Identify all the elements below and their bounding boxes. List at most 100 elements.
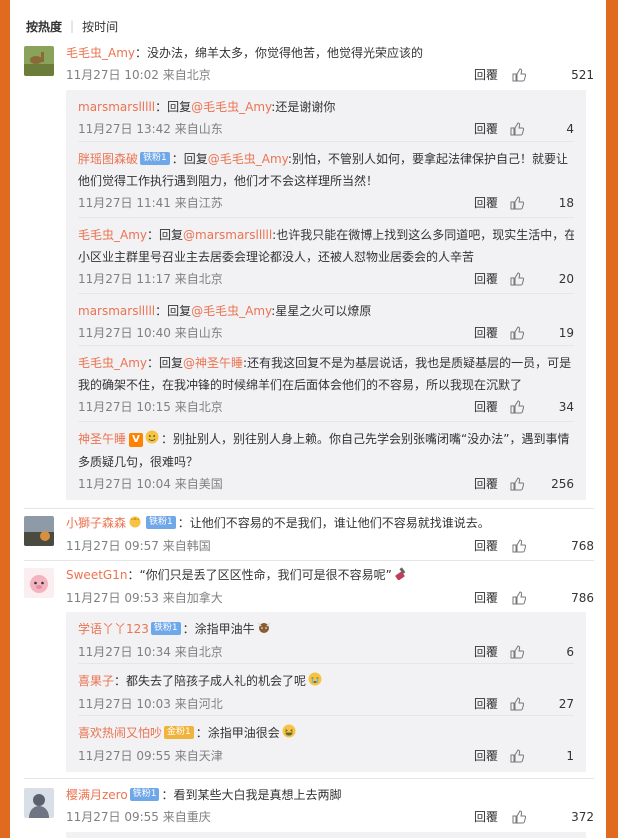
reply-text: :别怕，不管别人如何，要拿起法律保护自己！就要让 [287, 152, 568, 166]
username[interactable]: 喜果子 [78, 674, 114, 688]
username[interactable]: 樱满月zero [66, 788, 128, 802]
like-count: 18 [558, 196, 574, 210]
separator: ： [161, 788, 174, 802]
sort-by-time[interactable]: 按时间 [82, 18, 118, 35]
reply-text: :还有我这回复不是为基层说话，我也是质疑基层的一员，可是 [243, 356, 572, 370]
timestamp: 11月27日 11:17 [78, 272, 171, 286]
comment-text: 没办法，绵羊太多，你觉得他苦，他觉得光荣应该的 [147, 46, 424, 60]
mention[interactable]: @神圣午睡 [183, 356, 243, 370]
username[interactable]: marsmarslllll [78, 304, 155, 318]
reply-button[interactable]: 回覆 [474, 535, 498, 557]
timestamp: 11月27日 10:34 [78, 644, 171, 659]
username[interactable]: 学语丫丫123 [78, 622, 149, 636]
comment-body: SweetG1n：“你们只是丢了区区性命，我们可是很不容易呢” 11月27日 0… [66, 564, 594, 609]
location: 来自河北 [174, 696, 223, 711]
reply-button[interactable]: 回覆 [474, 192, 498, 214]
reply-button[interactable]: 回覆 [474, 64, 498, 86]
mention[interactable]: @marsmarslllll [183, 228, 272, 242]
username[interactable]: 毛毛虫_Amy [78, 356, 147, 370]
fan-badge[interactable]: 铁粉1 [146, 516, 176, 529]
timestamp: 11月27日 10:02 [66, 68, 159, 82]
reply-item: marsmarslllll：回复@毛毛虫_Amy:还是谢谢你 11月27日 13… [78, 96, 574, 142]
username[interactable]: 喜欢热闹又怕吵 [78, 726, 162, 740]
crying-face-icon [308, 671, 322, 693]
like-icon[interactable] [510, 696, 524, 711]
reply-button[interactable]: 回覆 [474, 587, 498, 609]
username[interactable]: 毛毛虫_Amy [66, 46, 135, 60]
reply-text: :星星之火可以燎原 [271, 304, 372, 318]
like-icon[interactable] [510, 400, 524, 414]
mention[interactable]: @毛毛虫_Amy [208, 152, 288, 166]
like-icon[interactable] [512, 68, 526, 82]
location: 来自美国 [174, 476, 223, 491]
username[interactable]: 胖瑶图森破 [78, 152, 138, 166]
mention[interactable]: @毛毛虫_Amy [191, 100, 271, 114]
username[interactable]: SweetG1n [66, 568, 127, 582]
reply-text-cont: 多质疑几句，很难吗？ [78, 454, 199, 469]
comment-body: 小獅子森森 铁粉1 ：让他们不容易的不是我们，谁让他们不容易就找谁说去。 11月27… [66, 512, 594, 557]
reply-button[interactable]: 回覆 [474, 118, 498, 140]
like-icon[interactable] [512, 590, 526, 605]
separator: ： [127, 568, 140, 582]
username[interactable]: marsmarslllll [78, 100, 155, 114]
reply-button[interactable]: 回覆 [474, 745, 498, 767]
like-icon[interactable] [512, 810, 526, 824]
like-icon[interactable] [510, 122, 524, 136]
timestamp: 11月27日 10:03 [78, 696, 171, 711]
avatar[interactable] [24, 788, 54, 818]
like-icon[interactable] [510, 644, 524, 659]
location: 来自韩国 [162, 538, 211, 553]
reply-button[interactable]: 回覆 [474, 473, 498, 495]
timestamp: 11月27日 09:57 [66, 538, 159, 553]
avatar[interactable] [24, 568, 54, 598]
username[interactable]: 小獅子森森 [66, 516, 126, 530]
fan-badge[interactable]: 铁粉1 [129, 788, 160, 801]
sort-divider: | [70, 19, 75, 33]
location: 来自北京 [174, 272, 223, 286]
separator: ：回复 [147, 228, 184, 242]
reply-button[interactable]: 回覆 [474, 322, 498, 344]
like-icon[interactable] [510, 326, 524, 340]
like-icon[interactable] [510, 748, 524, 763]
reply-text: :还是谢谢你 [271, 100, 336, 114]
timestamp: 11月27日 13:42 [78, 122, 171, 136]
like-count: 1 [566, 748, 574, 763]
bull-icon [257, 619, 271, 641]
like-count: 6 [566, 644, 574, 659]
username[interactable]: 神圣午睡 [78, 432, 126, 446]
reply-button[interactable]: 回覆 [474, 396, 498, 418]
location: 来自山东 [174, 122, 223, 136]
divider [24, 508, 594, 509]
like-icon[interactable] [510, 476, 524, 491]
reply-thread: 学语丫丫123 铁粉1 ：涂指甲油牛 11月27日 10:34 来自北京 回覆 6 … [66, 612, 586, 772]
timestamp: 11月27日 10:04 [78, 476, 171, 491]
like-icon[interactable] [510, 196, 524, 210]
separator: ： [177, 516, 190, 530]
reply-button[interactable]: 回覆 [474, 268, 498, 290]
divider [24, 778, 594, 779]
like-count: 768 [571, 538, 594, 553]
like-icon[interactable] [510, 272, 524, 286]
username[interactable]: 毛毛虫_Amy [78, 228, 147, 242]
reply-text: 都失去了陪孩子成人礼的机会了呢 [126, 674, 307, 688]
reply-item: 胖瑶图森破 铁粉1 ：回复@毛毛虫_Amy:别怕，不管别人如何，要拿起法律保护自己！… [78, 148, 574, 218]
fan-badge[interactable]: 铁粉1 [150, 622, 181, 635]
fan-badge[interactable]: 金粉1 [164, 726, 194, 739]
separator: ：回复 [155, 304, 192, 318]
avatar[interactable] [24, 516, 54, 546]
comment-item: 小獅子森森 铁粉1 ：让他们不容易的不是我们，谁让他们不容易就找谁说去。 11月27… [24, 512, 594, 556]
mention[interactable]: @毛毛虫_Amy [191, 304, 271, 318]
reply-button[interactable]: 回覆 [474, 693, 498, 715]
reply-item: 毛毛虫_Amy：回复@marsmarslllll:也许我只能在微博上找到这么多同… [78, 224, 574, 294]
fan-badge[interactable]: 铁粉1 [140, 152, 170, 165]
timestamp: 11月27日 09:53 [66, 590, 159, 605]
avatar[interactable] [24, 46, 54, 76]
reply-button[interactable]: 回覆 [474, 806, 498, 828]
reply-item: 喜果子：都失去了陪孩子成人礼的机会了呢 11月27日 10:03 来自河北 回覆… [78, 670, 574, 716]
nail-polish-icon [394, 565, 408, 587]
location: 来自北京 [162, 68, 211, 82]
reply-button[interactable]: 回覆 [474, 641, 498, 663]
like-icon[interactable] [512, 538, 526, 553]
sort-by-hot[interactable]: 按热度 [26, 18, 62, 35]
divider [24, 560, 594, 561]
